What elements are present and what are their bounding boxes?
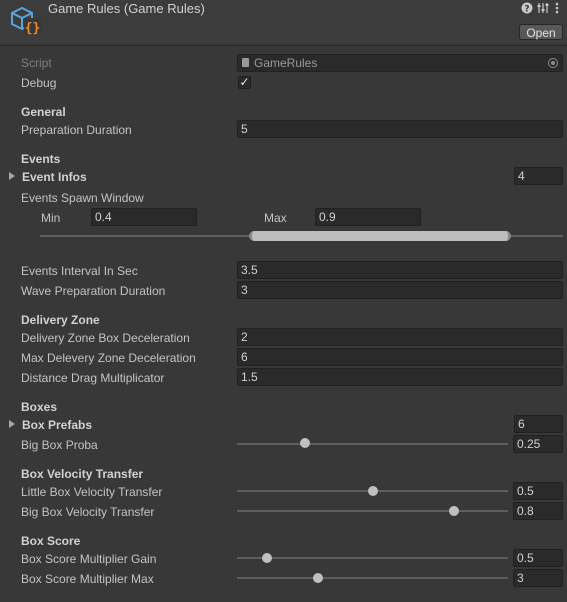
score-gain-input[interactable]: 0.5 bbox=[513, 549, 563, 567]
big-box-proba-label: Big Box Proba bbox=[21, 438, 98, 452]
drag-multiplicator-label: Distance Drag Multiplicator bbox=[21, 371, 165, 385]
box-prefabs-size-input[interactable]: 6 bbox=[514, 415, 563, 433]
score-max-slider-thumb[interactable] bbox=[313, 573, 324, 583]
velocity-transfer-header: Box Velocity Transfer bbox=[21, 467, 144, 481]
max-deceleration-label: Max Delevery Zone Deceleration bbox=[21, 351, 196, 365]
score-gain-slider-thumb[interactable] bbox=[261, 553, 272, 563]
big-velocity-slider-thumb[interactable] bbox=[448, 506, 459, 516]
event-infos-size-input[interactable]: 4 bbox=[514, 167, 563, 185]
drag-multiplicator-input[interactable]: 1.5 bbox=[237, 368, 563, 386]
event-infos-foldout[interactable]: Event Infos bbox=[22, 170, 87, 184]
wave-preparation-input[interactable]: 3 bbox=[237, 281, 563, 299]
score-gain-label: Box Score Multiplier Gain bbox=[21, 552, 157, 566]
event-infos-foldout-arrow-icon[interactable] bbox=[9, 172, 15, 180]
preparation-duration-input[interactable]: 5 bbox=[237, 120, 563, 138]
little-velocity-label: Little Box Velocity Transfer bbox=[21, 485, 163, 499]
big-box-proba-slider-thumb[interactable] bbox=[299, 438, 310, 448]
header-divider bbox=[0, 45, 567, 46]
general-header: General bbox=[21, 105, 66, 119]
more-menu-icon[interactable] bbox=[554, 2, 560, 17]
spawn-window-max-label: Max bbox=[264, 211, 287, 225]
events-spawn-window-label: Events Spawn Window bbox=[21, 191, 144, 205]
big-velocity-input[interactable]: 0.8 bbox=[513, 502, 563, 520]
preparation-duration-label: Preparation Duration bbox=[21, 123, 132, 137]
big-box-proba-slider-track[interactable] bbox=[237, 443, 508, 445]
box-prefabs-foldout-arrow-icon[interactable] bbox=[9, 420, 15, 428]
debug-checkbox[interactable]: ✓ bbox=[238, 76, 251, 89]
score-max-label: Box Score Multiplier Max bbox=[21, 572, 154, 586]
boxes-header: Boxes bbox=[21, 400, 58, 414]
box-deceleration-label: Delivery Zone Box Deceleration bbox=[21, 331, 190, 345]
wave-preparation-label: Wave Preparation Duration bbox=[21, 284, 166, 298]
script-file-icon bbox=[242, 58, 249, 67]
score-max-input[interactable]: 3 bbox=[513, 569, 563, 587]
events-interval-label: Events Interval In Sec bbox=[21, 264, 138, 278]
big-velocity-slider-track[interactable] bbox=[237, 510, 508, 512]
component-title: Game Rules (Game Rules) bbox=[48, 1, 205, 16]
big-velocity-label: Big Box Velocity Transfer bbox=[21, 505, 155, 519]
events-header: Events bbox=[21, 152, 61, 166]
little-velocity-input[interactable]: 0.5 bbox=[513, 482, 563, 500]
svg-text:{}: {} bbox=[25, 21, 41, 36]
open-button[interactable]: Open bbox=[519, 24, 563, 40]
delivery-zone-header: Delivery Zone bbox=[21, 313, 100, 327]
score-gain-slider-track[interactable] bbox=[237, 557, 508, 559]
script-field[interactable]: GameRules bbox=[237, 54, 563, 72]
spawn-window-range-handle[interactable] bbox=[249, 231, 511, 241]
max-deceleration-input[interactable]: 6 bbox=[237, 348, 563, 366]
little-velocity-slider-thumb[interactable] bbox=[367, 486, 378, 496]
script-field-value: GameRules bbox=[254, 56, 318, 70]
svg-text:?: ? bbox=[524, 5, 529, 15]
spawn-window-max-input[interactable]: 0.9 bbox=[315, 208, 421, 226]
presets-icon[interactable] bbox=[537, 2, 549, 17]
component-header: {} Game Rules (Game Rules) ? Open bbox=[0, 0, 567, 44]
spawn-window-min-input[interactable]: 0.4 bbox=[91, 208, 197, 226]
box-prefabs-foldout[interactable]: Box Prefabs bbox=[22, 418, 92, 432]
debug-label: Debug bbox=[21, 76, 57, 90]
spawn-window-min-label: Min bbox=[41, 211, 61, 225]
box-score-header: Box Score bbox=[21, 534, 81, 548]
box-deceleration-input[interactable]: 2 bbox=[237, 328, 563, 346]
score-max-slider-track[interactable] bbox=[237, 577, 508, 579]
object-picker-icon[interactable] bbox=[548, 58, 558, 68]
script-asset-icon: {} bbox=[11, 6, 41, 36]
big-box-proba-input[interactable]: 0.25 bbox=[513, 435, 563, 453]
help-icon[interactable]: ? bbox=[521, 2, 533, 17]
events-interval-input[interactable]: 3.5 bbox=[237, 261, 563, 279]
script-label: Script bbox=[21, 56, 52, 70]
